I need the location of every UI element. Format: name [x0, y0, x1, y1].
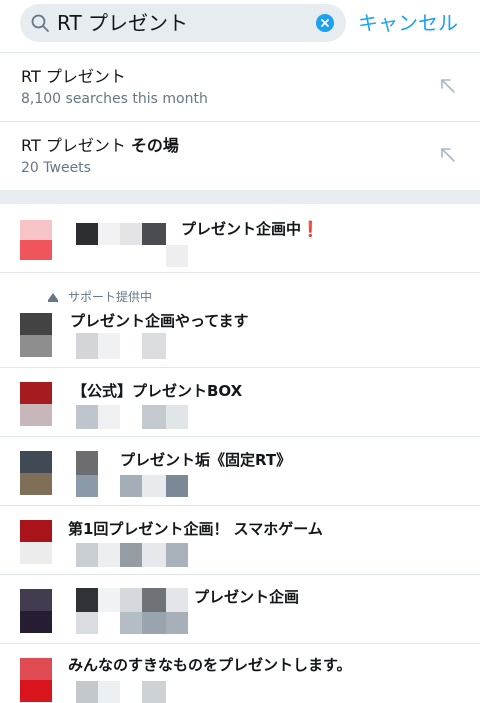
- avatar: [20, 451, 52, 495]
- search-suggestion[interactable]: RT プレゼント その場 20 Tweets: [0, 122, 480, 190]
- pixelated-image: [120, 612, 142, 634]
- pixelated-image: [98, 333, 120, 359]
- avatar: [20, 520, 52, 564]
- account-name: プレゼント企画: [194, 588, 300, 606]
- account-result[interactable]: みんなのすきなものをプレゼントします。: [0, 644, 480, 703]
- pixelated-image: [142, 588, 166, 612]
- pixelated-image: [120, 543, 142, 567]
- pixelated-image: [166, 475, 188, 497]
- avatar: [20, 220, 52, 260]
- pixelated-image: [166, 588, 188, 612]
- pixelated-image: [142, 405, 166, 429]
- account-name: 第1回プレゼント企画！ スマホゲーム: [68, 520, 323, 538]
- account-result[interactable]: サポート提供中 プレゼント企画やってます: [0, 273, 480, 367]
- pixelated-image: [76, 405, 98, 429]
- pixelated-image: [166, 405, 188, 429]
- account-name: プレゼント企画やってます: [70, 312, 249, 330]
- account-result[interactable]: 【公式】プレゼントBOX: [0, 368, 480, 436]
- pixelated-image: [76, 588, 98, 612]
- account-result[interactable]: 第1回プレゼント企画！ スマホゲーム: [0, 506, 480, 574]
- account-result[interactable]: プレゼント垢《固定RT》: [0, 437, 480, 505]
- cancel-button[interactable]: キャンセル: [358, 10, 458, 36]
- suggestion-title: RT プレゼント その場: [21, 136, 179, 155]
- account-name: プレゼント企画中❗: [181, 220, 320, 238]
- pixelated-image: [98, 588, 120, 612]
- pixelated-image: [76, 612, 98, 634]
- pixelated-image: [76, 475, 98, 497]
- avatar: [20, 589, 52, 633]
- fill-query-arrow-icon[interactable]: [440, 78, 456, 94]
- pixelated-image: [142, 475, 166, 497]
- pixelated-image: [76, 451, 98, 475]
- pixelated-image: [166, 612, 188, 634]
- pixelated-image: [120, 223, 142, 245]
- search-query[interactable]: RT プレゼント: [57, 11, 188, 35]
- pixelated-image: [98, 543, 120, 567]
- pixelated-image: [142, 543, 166, 567]
- section-separator: [0, 190, 480, 204]
- suggestion-subtitle: 8,100 searches this month: [21, 91, 208, 107]
- account-name: 【公式】プレゼントBOX: [72, 382, 243, 400]
- pixelated-image: [142, 612, 166, 634]
- pixelated-image: [76, 333, 98, 359]
- search-input[interactable]: RT プレゼント: [20, 4, 346, 42]
- account-name: みんなのすきなものをプレゼントします。: [68, 656, 352, 674]
- avatar: [20, 382, 52, 426]
- search-icon: [31, 14, 49, 32]
- account-result[interactable]: プレゼント企画: [0, 575, 480, 643]
- fill-query-arrow-icon[interactable]: [440, 147, 456, 163]
- pixelated-image: [76, 543, 98, 567]
- account-result[interactable]: プレゼント企画中❗: [0, 204, 480, 272]
- account-name: プレゼント垢《固定RT》: [120, 451, 292, 469]
- promoted-icon: [48, 293, 58, 302]
- pixelated-image: [166, 245, 188, 267]
- avatar: [20, 313, 52, 357]
- suggestion-title: RT プレゼント: [21, 67, 126, 86]
- pixelated-image: [98, 405, 120, 429]
- pixelated-image: [142, 333, 166, 359]
- pixelated-image: [142, 223, 166, 245]
- pixelated-image: [76, 223, 98, 245]
- pixelated-image: [166, 543, 188, 567]
- pixelated-image: [120, 588, 142, 612]
- exclamation-icon: ❗: [301, 220, 320, 238]
- pixelated-image: [98, 223, 120, 245]
- suggestion-subtitle: 20 Tweets: [21, 160, 91, 176]
- pixelated-image: [120, 475, 142, 497]
- avatar: [20, 658, 52, 702]
- search-header: RT プレゼント キャンセル: [0, 0, 480, 46]
- search-suggestion[interactable]: RT プレゼント 8,100 searches this month: [0, 53, 480, 121]
- clear-search-icon[interactable]: [316, 14, 334, 32]
